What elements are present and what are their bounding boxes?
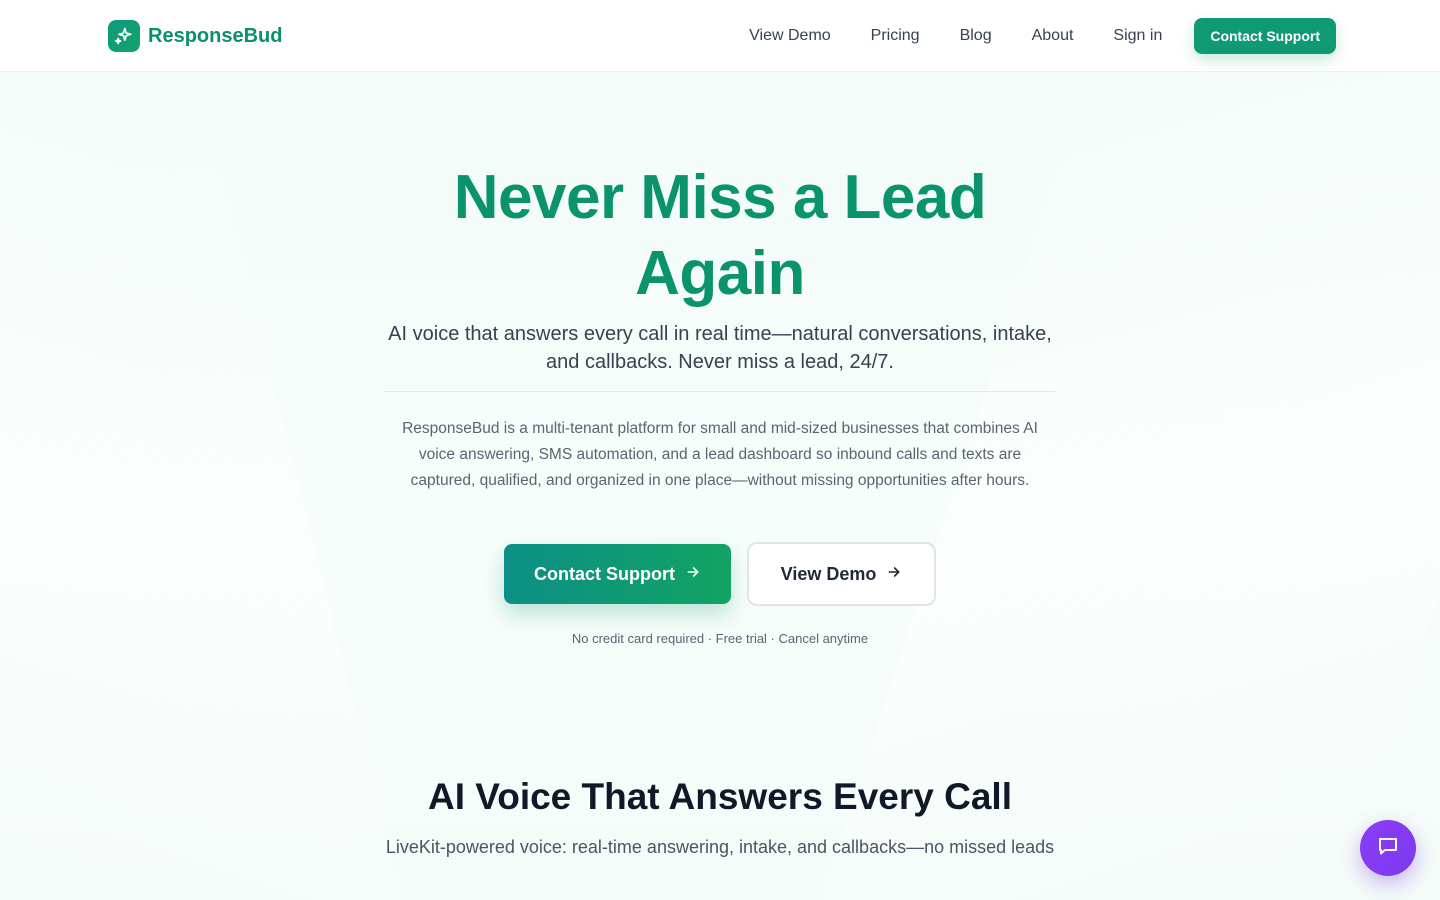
- nav-view-demo[interactable]: View Demo: [749, 18, 831, 54]
- nav-about[interactable]: About: [1032, 18, 1074, 54]
- hero-description: ResponseBud is a multi-tenant platform f…: [402, 420, 1038, 489]
- chat-bubble-icon: [1376, 834, 1400, 863]
- view-demo-label: View Demo: [780, 563, 877, 584]
- sparkles-icon: [108, 20, 140, 52]
- view-demo-button[interactable]: View Demo: [747, 542, 936, 606]
- chat-widget-button[interactable]: [1360, 820, 1416, 876]
- hero-title: Never Miss a Lead Again: [453, 163, 987, 308]
- brand-name: ResponseBud: [148, 24, 283, 47]
- nav-pricing[interactable]: Pricing: [871, 18, 920, 54]
- hero-divider: [384, 391, 1056, 392]
- section-title: AI Voice That Answers Every Call: [428, 776, 1012, 817]
- section-subtitle: LiveKit-powered voice: real-time answeri…: [385, 837, 1055, 857]
- nav-contact-support-button[interactable]: Contact Support: [1194, 18, 1336, 54]
- hero-fineprint: No credit card required · Free trial · C…: [571, 631, 869, 646]
- nav-blog[interactable]: Blog: [960, 18, 992, 54]
- top-navbar: ResponseBud View Demo Pricing Blog About…: [0, 0, 1440, 72]
- main-nav: View Demo Pricing Blog About Sign in Con…: [749, 18, 1336, 54]
- contact-support-label: Contact Support: [534, 563, 675, 584]
- nav-sign-in[interactable]: Sign in: [1113, 18, 1162, 54]
- hero-subtitle: AI voice that answers every call in real…: [388, 323, 1052, 373]
- contact-support-button[interactable]: Contact Support: [504, 544, 731, 604]
- arrow-right-icon: [685, 564, 701, 585]
- arrow-right-icon: [886, 564, 902, 585]
- brand-logo[interactable]: ResponseBud: [108, 20, 282, 52]
